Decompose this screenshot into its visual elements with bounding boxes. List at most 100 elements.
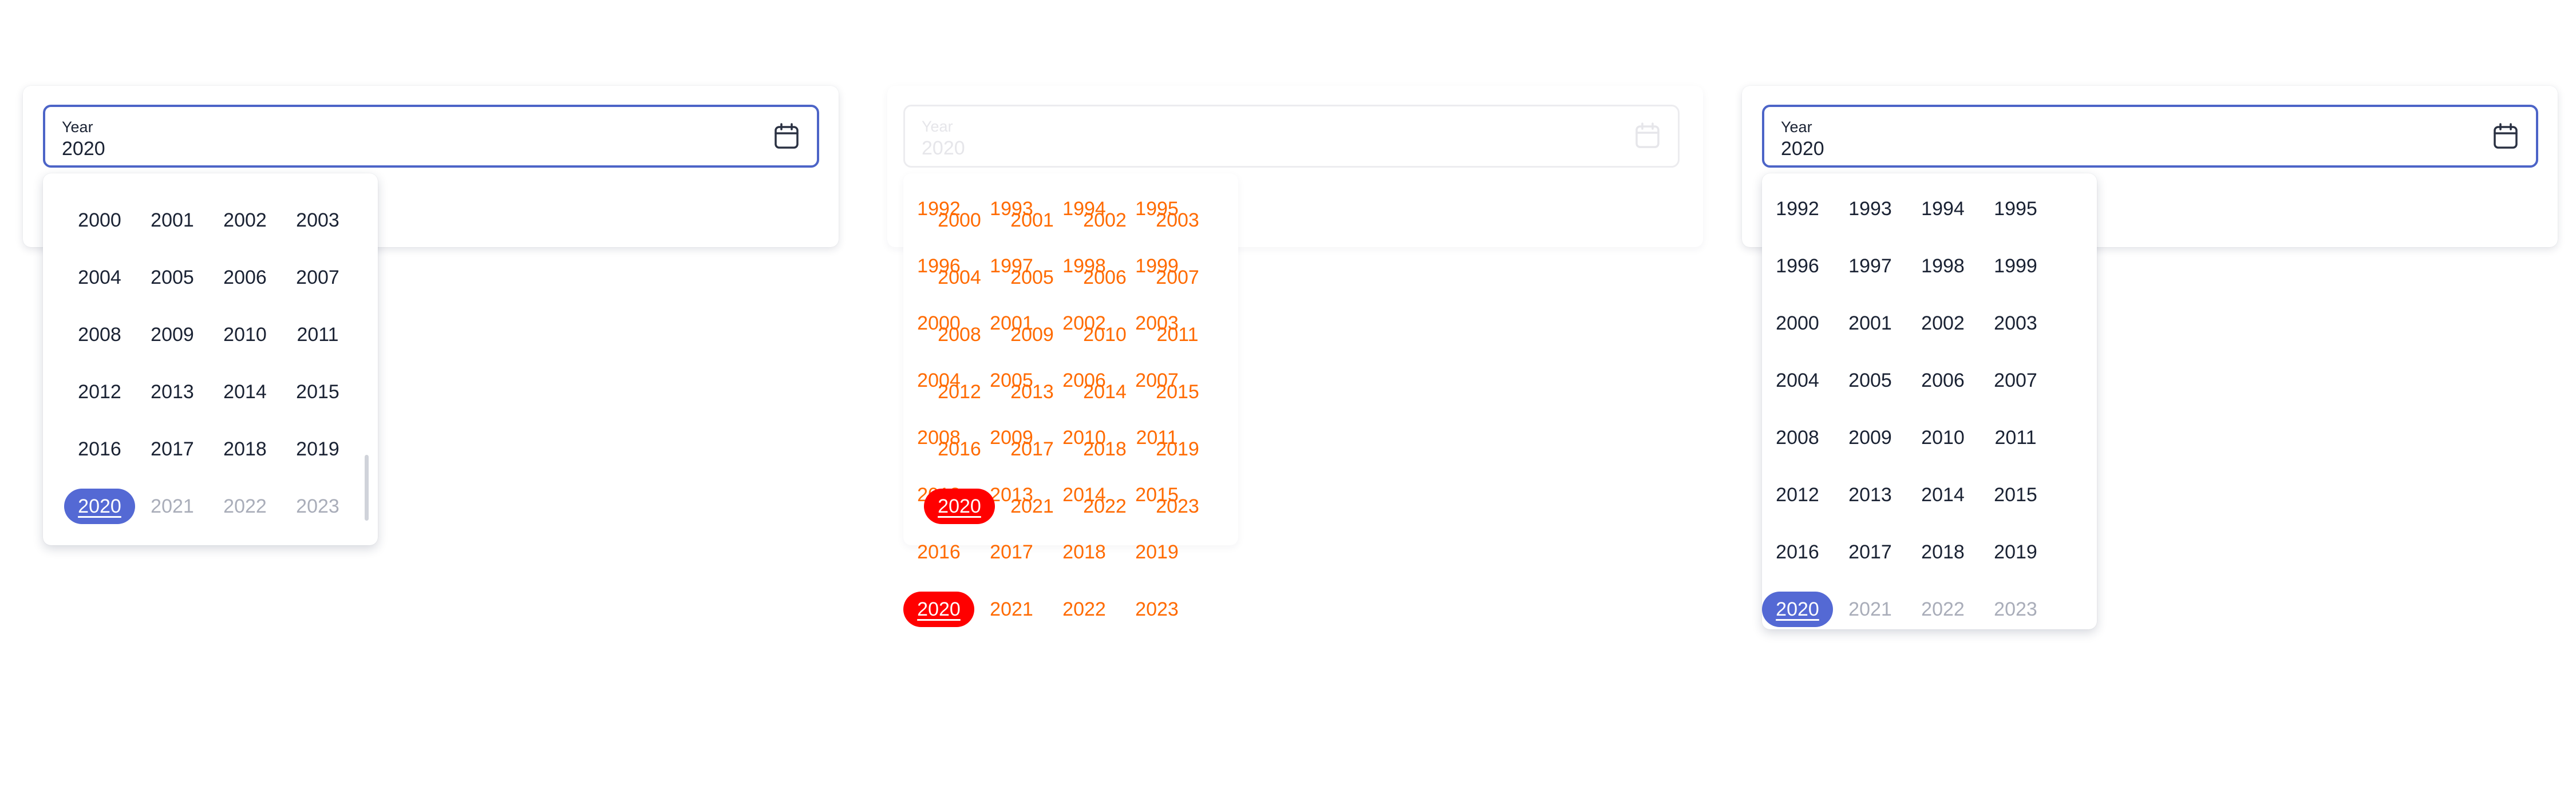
year-option-2002[interactable]: 2002 — [1069, 203, 1140, 238]
year-option-2022[interactable]: 2022 — [1049, 592, 1120, 627]
year-option-2008[interactable]: 2008 — [64, 317, 135, 352]
year-option-2017[interactable]: 2017 — [997, 431, 1068, 467]
year-option-2004[interactable]: 2004 — [64, 260, 135, 295]
year-option-2013[interactable]: 2013 — [1835, 477, 1906, 513]
year-option-2014[interactable]: 2014 — [210, 374, 280, 410]
year-option-2007[interactable]: 2007 — [1980, 363, 2051, 398]
year-field-label: Year — [1781, 118, 1812, 136]
year-option-2021[interactable]: 2021 — [976, 592, 1047, 627]
year-option-2023[interactable]: 2023 — [1980, 592, 2051, 627]
year-field-middle: Year 2020 — [903, 105, 1680, 168]
year-option-2011[interactable]: 2011 — [1142, 317, 1213, 352]
year-field-right[interactable]: Year 2020 — [1762, 105, 2538, 168]
year-option-2015[interactable]: 2015 — [282, 374, 353, 410]
year-option-2002[interactable]: 2002 — [210, 203, 280, 238]
year-option-2006[interactable]: 2006 — [1069, 260, 1140, 295]
popup-scrollbar[interactable] — [365, 455, 369, 521]
year-option-2004[interactable]: 2004 — [1762, 363, 1833, 398]
year-option-1999[interactable]: 1999 — [1980, 248, 2051, 284]
year-option-2020[interactable]: 2020 — [924, 489, 995, 524]
year-option-2021[interactable]: 2021 — [997, 489, 1068, 524]
year-option-2010[interactable]: 2010 — [1907, 420, 1978, 455]
calendar-icon[interactable] — [773, 122, 800, 150]
year-option-2020[interactable]: 2020 — [64, 489, 135, 524]
year-option-2018[interactable]: 2018 — [210, 431, 280, 467]
calendar-icon[interactable] — [2492, 122, 2519, 150]
year-option-2014[interactable]: 2014 — [1069, 374, 1140, 410]
year-option-2020[interactable]: 2020 — [903, 592, 974, 627]
year-option-2023[interactable]: 2023 — [1142, 489, 1213, 524]
year-option-2007[interactable]: 2007 — [282, 260, 353, 295]
year-option-2009[interactable]: 2009 — [1835, 420, 1906, 455]
year-field-value: 2020 — [62, 138, 105, 160]
year-option-2008[interactable]: 2008 — [1762, 420, 1833, 455]
year-option-1996[interactable]: 1996 — [1762, 248, 1833, 284]
year-option-2022[interactable]: 2022 — [1907, 592, 1978, 627]
year-option-2016[interactable]: 2016 — [1762, 534, 1833, 570]
year-option-2001[interactable]: 2001 — [1835, 306, 1906, 341]
year-option-2001[interactable]: 2001 — [997, 203, 1068, 238]
year-option-1998[interactable]: 1998 — [1907, 248, 1978, 284]
year-option-2017[interactable]: 2017 — [976, 534, 1047, 570]
year-option-2005[interactable]: 2005 — [137, 260, 208, 295]
year-option-2010[interactable]: 2010 — [210, 317, 280, 352]
year-option-1992[interactable]: 1992 — [1762, 191, 1833, 227]
year-option-2019[interactable]: 2019 — [1980, 534, 2051, 570]
year-option-1994[interactable]: 1994 — [1907, 191, 1978, 227]
year-option-2018[interactable]: 2018 — [1069, 431, 1140, 467]
year-option-2017[interactable]: 2017 — [137, 431, 208, 467]
year-option-2013[interactable]: 2013 — [137, 374, 208, 410]
year-option-2002[interactable]: 2002 — [1907, 306, 1978, 341]
year-option-2018[interactable]: 2018 — [1049, 534, 1120, 570]
calendar-icon — [1635, 122, 1660, 148]
year-option-2014[interactable]: 2014 — [1907, 477, 1978, 513]
year-option-2018[interactable]: 2018 — [1907, 534, 1978, 570]
year-option-2022[interactable]: 2022 — [1069, 489, 1140, 524]
year-option-2005[interactable]: 2005 — [1835, 363, 1906, 398]
year-option-2019[interactable]: 2019 — [282, 431, 353, 467]
year-option-2016[interactable]: 2016 — [903, 534, 974, 570]
year-option-2021[interactable]: 2021 — [1835, 592, 1906, 627]
year-option-2010[interactable]: 2010 — [1069, 317, 1140, 352]
year-option-2003[interactable]: 2003 — [1142, 203, 1213, 238]
year-option-2012[interactable]: 2012 — [64, 374, 135, 410]
year-option-2001[interactable]: 2001 — [137, 203, 208, 238]
year-option-2003[interactable]: 2003 — [1980, 306, 2051, 341]
year-field-label: Year — [922, 118, 953, 135]
year-option-1993[interactable]: 1993 — [1835, 191, 1906, 227]
year-option-2011[interactable]: 2011 — [282, 317, 353, 352]
year-field-value: 2020 — [1781, 138, 1824, 160]
year-option-2008[interactable]: 2008 — [924, 317, 995, 352]
year-option-2023[interactable]: 2023 — [282, 489, 353, 524]
year-option-2011[interactable]: 2011 — [1980, 420, 2051, 455]
year-option-2007[interactable]: 2007 — [1142, 260, 1213, 295]
year-option-2009[interactable]: 2009 — [137, 317, 208, 352]
year-field-label: Year — [62, 118, 93, 136]
year-option-2020[interactable]: 2020 — [1762, 592, 1833, 627]
year-option-2004[interactable]: 2004 — [924, 260, 995, 295]
year-option-2009[interactable]: 2009 — [997, 317, 1068, 352]
year-option-2000[interactable]: 2000 — [924, 203, 995, 238]
year-option-2017[interactable]: 2017 — [1835, 534, 1906, 570]
year-option-2015[interactable]: 2015 — [1142, 374, 1213, 410]
year-option-2000[interactable]: 2000 — [64, 203, 135, 238]
year-option-2023[interactable]: 2023 — [1121, 592, 1192, 627]
year-option-2000[interactable]: 2000 — [1762, 306, 1833, 341]
year-option-2006[interactable]: 2006 — [210, 260, 280, 295]
year-field-left[interactable]: Year 2020 — [43, 105, 819, 168]
year-option-2021[interactable]: 2021 — [137, 489, 208, 524]
year-option-2022[interactable]: 2022 — [210, 489, 280, 524]
year-option-2012[interactable]: 2012 — [924, 374, 995, 410]
year-option-2019[interactable]: 2019 — [1142, 431, 1213, 467]
year-option-2012[interactable]: 2012 — [1762, 477, 1833, 513]
year-option-2005[interactable]: 2005 — [997, 260, 1068, 295]
year-option-2003[interactable]: 2003 — [282, 203, 353, 238]
year-option-2016[interactable]: 2016 — [64, 431, 135, 467]
year-option-2006[interactable]: 2006 — [1907, 363, 1978, 398]
year-option-2016[interactable]: 2016 — [924, 431, 995, 467]
year-option-2019[interactable]: 2019 — [1121, 534, 1192, 570]
year-option-1995[interactable]: 1995 — [1980, 191, 2051, 227]
year-option-2015[interactable]: 2015 — [1980, 477, 2051, 513]
year-option-2013[interactable]: 2013 — [997, 374, 1068, 410]
year-option-1997[interactable]: 1997 — [1835, 248, 1906, 284]
